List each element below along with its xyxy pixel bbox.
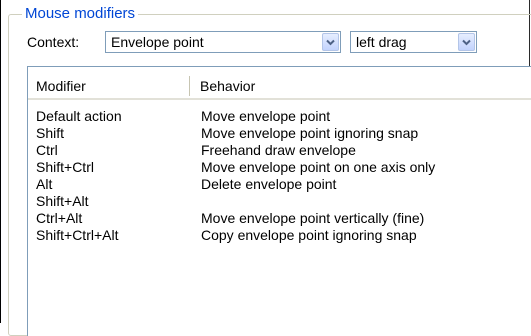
group-title: Mouse modifiers xyxy=(22,5,139,23)
context-select-value: Envelope point xyxy=(111,34,204,50)
action-select[interactable]: left drag xyxy=(350,31,477,53)
window-edge-left xyxy=(0,0,1,323)
row-modifier: Shift+Alt xyxy=(36,193,89,209)
header-separator xyxy=(28,98,531,100)
mouse-modifiers-panel: Mouse modifiers Context: Envelope point … xyxy=(0,0,531,336)
list-row[interactable]: Default action Move envelope point xyxy=(28,108,531,125)
row-modifier: Shift+Ctrl xyxy=(36,159,94,175)
list-row[interactable]: Ctrl+Alt Move envelope point vertically … xyxy=(28,210,531,227)
context-label: Context: xyxy=(27,34,80,50)
row-behavior: Move envelope point on one axis only xyxy=(201,159,436,175)
modifiers-list[interactable]: Modifier Behavior Default action Move en… xyxy=(27,66,531,336)
list-row[interactable]: Shift+Alt xyxy=(28,193,531,210)
row-behavior: Move envelope point xyxy=(201,108,331,124)
column-header-modifier[interactable]: Modifier xyxy=(36,78,86,95)
chevron-down-icon xyxy=(326,39,335,45)
row-modifier: Shift xyxy=(36,125,65,141)
row-behavior: Move envelope point ignoring snap xyxy=(201,125,419,141)
list-row[interactable]: Ctrl Freehand draw envelope xyxy=(28,142,531,159)
row-modifier: Ctrl+Alt xyxy=(36,210,83,226)
context-select[interactable]: Envelope point xyxy=(105,31,341,53)
row-modifier: Alt xyxy=(36,176,53,192)
row-modifier: Shift+Ctrl+Alt xyxy=(36,227,119,243)
list-row[interactable]: Shift+Ctrl Move envelope point on one ax… xyxy=(28,159,531,176)
row-behavior: Copy envelope point ignoring snap xyxy=(201,227,417,243)
chevron-down-icon xyxy=(462,39,471,45)
row-behavior: Move envelope point vertically (fine) xyxy=(201,210,425,226)
list-header: Modifier Behavior xyxy=(28,67,531,100)
list-row[interactable]: Alt Delete envelope point xyxy=(28,176,531,193)
row-behavior: Delete envelope point xyxy=(201,176,337,192)
list-rows: Default action Move envelope point Shift… xyxy=(28,108,531,244)
list-row[interactable]: Shift Move envelope point ignoring snap xyxy=(28,125,531,142)
action-select-value: left drag xyxy=(356,34,407,50)
row-behavior: Freehand draw envelope xyxy=(201,142,356,158)
list-row[interactable]: Shift+Ctrl+Alt Copy envelope point ignor… xyxy=(28,227,531,244)
column-divider[interactable] xyxy=(189,76,190,96)
row-modifier: Default action xyxy=(36,108,122,124)
context-dropdown-button[interactable] xyxy=(322,33,339,51)
column-header-behavior[interactable]: Behavior xyxy=(200,78,255,95)
row-modifier: Ctrl xyxy=(36,142,58,158)
action-dropdown-button[interactable] xyxy=(458,33,475,51)
